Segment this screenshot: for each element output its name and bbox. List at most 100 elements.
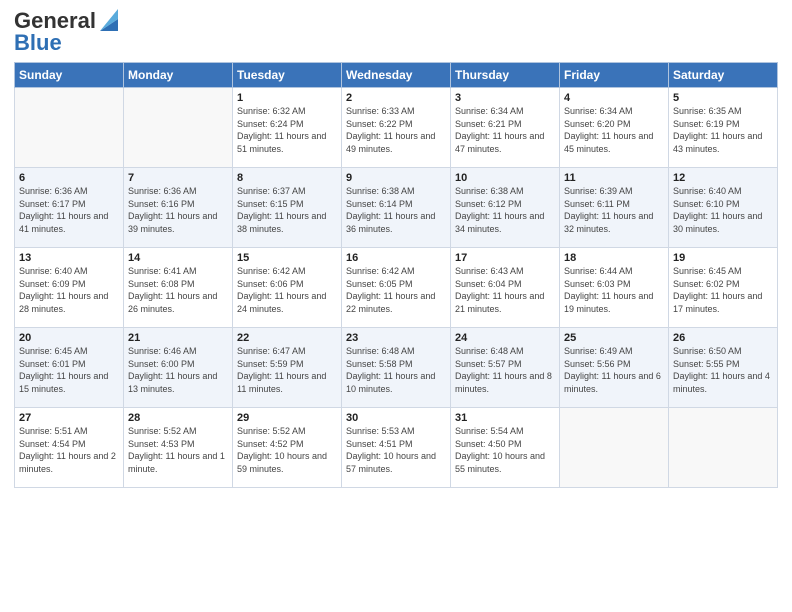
- day-cell-2-2: 15Sunrise: 6:42 AM Sunset: 6:06 PM Dayli…: [233, 248, 342, 328]
- day-number-3-4: 24: [455, 332, 555, 344]
- day-number-3-5: 25: [564, 332, 664, 344]
- day-number-1-6: 12: [673, 172, 773, 184]
- day-info-0-4: Sunrise: 6:34 AM Sunset: 6:21 PM Dayligh…: [455, 105, 555, 155]
- day-cell-0-0: [15, 88, 124, 168]
- day-cell-2-1: 14Sunrise: 6:41 AM Sunset: 6:08 PM Dayli…: [124, 248, 233, 328]
- col-sunday: Sunday: [15, 63, 124, 88]
- col-monday: Monday: [124, 63, 233, 88]
- day-cell-0-4: 3Sunrise: 6:34 AM Sunset: 6:21 PM Daylig…: [451, 88, 560, 168]
- day-info-3-4: Sunrise: 6:48 AM Sunset: 5:57 PM Dayligh…: [455, 345, 555, 395]
- day-info-2-2: Sunrise: 6:42 AM Sunset: 6:06 PM Dayligh…: [237, 265, 337, 315]
- day-info-1-6: Sunrise: 6:40 AM Sunset: 6:10 PM Dayligh…: [673, 185, 773, 235]
- header: General Blue: [14, 10, 778, 56]
- day-info-3-5: Sunrise: 6:49 AM Sunset: 5:56 PM Dayligh…: [564, 345, 664, 395]
- calendar-table: Sunday Monday Tuesday Wednesday Thursday…: [14, 62, 778, 488]
- day-info-0-3: Sunrise: 6:33 AM Sunset: 6:22 PM Dayligh…: [346, 105, 446, 155]
- day-number-1-0: 6: [19, 172, 119, 184]
- day-info-1-4: Sunrise: 6:38 AM Sunset: 6:12 PM Dayligh…: [455, 185, 555, 235]
- day-cell-1-0: 6Sunrise: 6:36 AM Sunset: 6:17 PM Daylig…: [15, 168, 124, 248]
- day-cell-4-3: 30Sunrise: 5:53 AM Sunset: 4:51 PM Dayli…: [342, 408, 451, 488]
- day-info-2-3: Sunrise: 6:42 AM Sunset: 6:05 PM Dayligh…: [346, 265, 446, 315]
- week-row-4: 27Sunrise: 5:51 AM Sunset: 4:54 PM Dayli…: [15, 408, 778, 488]
- day-number-3-2: 22: [237, 332, 337, 344]
- day-number-0-4: 3: [455, 92, 555, 104]
- day-cell-2-4: 17Sunrise: 6:43 AM Sunset: 6:04 PM Dayli…: [451, 248, 560, 328]
- day-cell-0-3: 2Sunrise: 6:33 AM Sunset: 6:22 PM Daylig…: [342, 88, 451, 168]
- day-cell-1-2: 8Sunrise: 6:37 AM Sunset: 6:15 PM Daylig…: [233, 168, 342, 248]
- day-info-4-4: Sunrise: 5:54 AM Sunset: 4:50 PM Dayligh…: [455, 425, 555, 475]
- day-info-3-0: Sunrise: 6:45 AM Sunset: 6:01 PM Dayligh…: [19, 345, 119, 395]
- week-row-0: 1Sunrise: 6:32 AM Sunset: 6:24 PM Daylig…: [15, 88, 778, 168]
- day-number-2-2: 15: [237, 252, 337, 264]
- day-number-3-0: 20: [19, 332, 119, 344]
- day-cell-3-5: 25Sunrise: 6:49 AM Sunset: 5:56 PM Dayli…: [560, 328, 669, 408]
- day-number-2-5: 18: [564, 252, 664, 264]
- day-cell-4-5: [560, 408, 669, 488]
- logo-blue-text: Blue: [14, 30, 62, 55]
- day-cell-4-2: 29Sunrise: 5:52 AM Sunset: 4:52 PM Dayli…: [233, 408, 342, 488]
- day-info-1-1: Sunrise: 6:36 AM Sunset: 6:16 PM Dayligh…: [128, 185, 228, 235]
- day-number-2-4: 17: [455, 252, 555, 264]
- day-cell-2-6: 19Sunrise: 6:45 AM Sunset: 6:02 PM Dayli…: [669, 248, 778, 328]
- calendar-page: General Blue Sunday Monday Tuesday Wedne…: [0, 0, 792, 612]
- day-info-0-6: Sunrise: 6:35 AM Sunset: 6:19 PM Dayligh…: [673, 105, 773, 155]
- day-info-0-5: Sunrise: 6:34 AM Sunset: 6:20 PM Dayligh…: [564, 105, 664, 155]
- day-info-3-2: Sunrise: 6:47 AM Sunset: 5:59 PM Dayligh…: [237, 345, 337, 395]
- day-info-4-1: Sunrise: 5:52 AM Sunset: 4:53 PM Dayligh…: [128, 425, 228, 475]
- week-row-1: 6Sunrise: 6:36 AM Sunset: 6:17 PM Daylig…: [15, 168, 778, 248]
- day-info-0-2: Sunrise: 6:32 AM Sunset: 6:24 PM Dayligh…: [237, 105, 337, 155]
- day-info-2-6: Sunrise: 6:45 AM Sunset: 6:02 PM Dayligh…: [673, 265, 773, 315]
- day-info-2-5: Sunrise: 6:44 AM Sunset: 6:03 PM Dayligh…: [564, 265, 664, 315]
- logo-general-text: General: [14, 10, 96, 32]
- day-cell-1-3: 9Sunrise: 6:38 AM Sunset: 6:14 PM Daylig…: [342, 168, 451, 248]
- day-info-2-4: Sunrise: 6:43 AM Sunset: 6:04 PM Dayligh…: [455, 265, 555, 315]
- day-number-1-1: 7: [128, 172, 228, 184]
- day-info-2-1: Sunrise: 6:41 AM Sunset: 6:08 PM Dayligh…: [128, 265, 228, 315]
- logo-area: General Blue: [14, 10, 118, 56]
- day-number-1-2: 8: [237, 172, 337, 184]
- day-cell-1-6: 12Sunrise: 6:40 AM Sunset: 6:10 PM Dayli…: [669, 168, 778, 248]
- week-row-3: 20Sunrise: 6:45 AM Sunset: 6:01 PM Dayli…: [15, 328, 778, 408]
- day-cell-2-0: 13Sunrise: 6:40 AM Sunset: 6:09 PM Dayli…: [15, 248, 124, 328]
- day-info-1-3: Sunrise: 6:38 AM Sunset: 6:14 PM Dayligh…: [346, 185, 446, 235]
- day-number-2-1: 14: [128, 252, 228, 264]
- day-info-3-6: Sunrise: 6:50 AM Sunset: 5:55 PM Dayligh…: [673, 345, 773, 395]
- day-cell-0-2: 1Sunrise: 6:32 AM Sunset: 6:24 PM Daylig…: [233, 88, 342, 168]
- col-friday: Friday: [560, 63, 669, 88]
- col-thursday: Thursday: [451, 63, 560, 88]
- day-number-3-1: 21: [128, 332, 228, 344]
- day-cell-1-1: 7Sunrise: 6:36 AM Sunset: 6:16 PM Daylig…: [124, 168, 233, 248]
- day-number-1-4: 10: [455, 172, 555, 184]
- day-number-1-5: 11: [564, 172, 664, 184]
- day-info-4-2: Sunrise: 5:52 AM Sunset: 4:52 PM Dayligh…: [237, 425, 337, 475]
- day-number-4-2: 29: [237, 412, 337, 424]
- day-info-3-3: Sunrise: 6:48 AM Sunset: 5:58 PM Dayligh…: [346, 345, 446, 395]
- day-cell-2-3: 16Sunrise: 6:42 AM Sunset: 6:05 PM Dayli…: [342, 248, 451, 328]
- day-info-1-0: Sunrise: 6:36 AM Sunset: 6:17 PM Dayligh…: [19, 185, 119, 235]
- day-cell-3-1: 21Sunrise: 6:46 AM Sunset: 6:00 PM Dayli…: [124, 328, 233, 408]
- day-info-4-3: Sunrise: 5:53 AM Sunset: 4:51 PM Dayligh…: [346, 425, 446, 475]
- day-cell-4-1: 28Sunrise: 5:52 AM Sunset: 4:53 PM Dayli…: [124, 408, 233, 488]
- day-cell-3-4: 24Sunrise: 6:48 AM Sunset: 5:57 PM Dayli…: [451, 328, 560, 408]
- day-number-0-2: 1: [237, 92, 337, 104]
- day-info-2-0: Sunrise: 6:40 AM Sunset: 6:09 PM Dayligh…: [19, 265, 119, 315]
- day-number-0-3: 2: [346, 92, 446, 104]
- day-number-1-3: 9: [346, 172, 446, 184]
- day-number-4-4: 31: [455, 412, 555, 424]
- day-number-3-3: 23: [346, 332, 446, 344]
- day-cell-0-1: [124, 88, 233, 168]
- day-cell-1-4: 10Sunrise: 6:38 AM Sunset: 6:12 PM Dayli…: [451, 168, 560, 248]
- calendar-header-row: Sunday Monday Tuesday Wednesday Thursday…: [15, 63, 778, 88]
- col-wednesday: Wednesday: [342, 63, 451, 88]
- day-number-4-3: 30: [346, 412, 446, 424]
- day-number-4-0: 27: [19, 412, 119, 424]
- day-cell-3-6: 26Sunrise: 6:50 AM Sunset: 5:55 PM Dayli…: [669, 328, 778, 408]
- col-tuesday: Tuesday: [233, 63, 342, 88]
- day-cell-3-0: 20Sunrise: 6:45 AM Sunset: 6:01 PM Dayli…: [15, 328, 124, 408]
- day-number-2-6: 19: [673, 252, 773, 264]
- day-info-4-0: Sunrise: 5:51 AM Sunset: 4:54 PM Dayligh…: [19, 425, 119, 475]
- col-saturday: Saturday: [669, 63, 778, 88]
- day-cell-3-2: 22Sunrise: 6:47 AM Sunset: 5:59 PM Dayli…: [233, 328, 342, 408]
- day-number-4-1: 28: [128, 412, 228, 424]
- day-cell-3-3: 23Sunrise: 6:48 AM Sunset: 5:58 PM Dayli…: [342, 328, 451, 408]
